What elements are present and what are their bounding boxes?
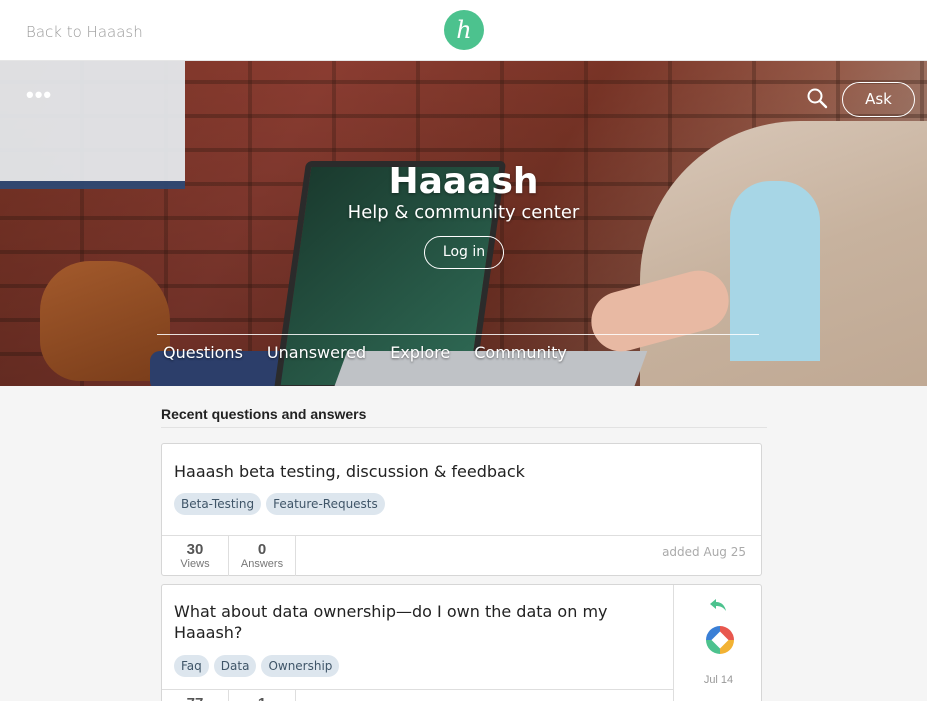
views-count: 77: [162, 695, 228, 701]
question-stats: 30 Views 0 Answers added Aug 25: [162, 535, 761, 576]
section-title: Recent questions and answers: [161, 406, 367, 422]
answer-date: Jul 14: [703, 674, 734, 686]
question-card[interactable]: What about data ownership—do I own the d…: [161, 584, 762, 701]
views-count: 30: [186, 541, 204, 558]
reply-icon: [710, 599, 726, 611]
hero-banner: ••• Ask Haaash Help & community center L…: [0, 61, 927, 386]
question-title[interactable]: What about data ownership—do I own the d…: [174, 601, 644, 643]
added-date: added Aug 25: [662, 545, 746, 559]
hero-subtitle: Help & community center: [347, 202, 580, 223]
question-title[interactable]: Haaash beta testing, discussion & feedba…: [174, 461, 734, 482]
more-menu-icon[interactable]: •••: [26, 84, 52, 106]
top-bar: Back to Haaash h: [0, 0, 927, 61]
avatar-icon[interactable]: [705, 625, 735, 655]
question-stats: 77 1: [162, 689, 673, 701]
question-card[interactable]: Haaash beta testing, discussion & feedba…: [161, 443, 762, 576]
section-divider: [161, 427, 767, 428]
tag-list: Faq Data Ownership: [174, 655, 340, 677]
views-stat: 30 Views: [162, 536, 229, 576]
haaash-logo[interactable]: h: [444, 10, 484, 50]
answers-label: Answers: [240, 558, 284, 570]
tag[interactable]: Ownership: [261, 655, 340, 677]
nav-explore[interactable]: Explore: [390, 343, 450, 362]
views-label: Views: [180, 558, 210, 570]
answer-activity: Jul 14: [673, 585, 762, 701]
back-to-site-link[interactable]: Back to Haaash: [26, 23, 143, 41]
answers-count: 0: [257, 541, 267, 558]
views-stat: 77: [162, 690, 229, 701]
ask-button[interactable]: Ask: [842, 82, 915, 117]
tag[interactable]: Data: [213, 655, 257, 677]
answers-stat: 1: [229, 690, 296, 701]
tag[interactable]: Feature-Requests: [266, 493, 385, 515]
nav-divider: [157, 334, 759, 335]
answers-count: 1: [229, 695, 295, 701]
login-button[interactable]: Log in: [424, 236, 504, 269]
main-nav: Questions Unanswered Explore Community: [163, 343, 567, 362]
answers-stat: 0 Answers: [229, 536, 296, 576]
nav-community[interactable]: Community: [474, 343, 567, 362]
tag-list: Beta-Testing Feature-Requests: [174, 493, 385, 515]
nav-questions[interactable]: Questions: [163, 343, 243, 362]
search-icon[interactable]: [806, 87, 828, 109]
tag[interactable]: Beta-Testing: [174, 493, 262, 515]
nav-unanswered[interactable]: Unanswered: [267, 343, 366, 362]
hero-title: Haaash: [388, 161, 539, 202]
tag[interactable]: Faq: [174, 655, 209, 677]
